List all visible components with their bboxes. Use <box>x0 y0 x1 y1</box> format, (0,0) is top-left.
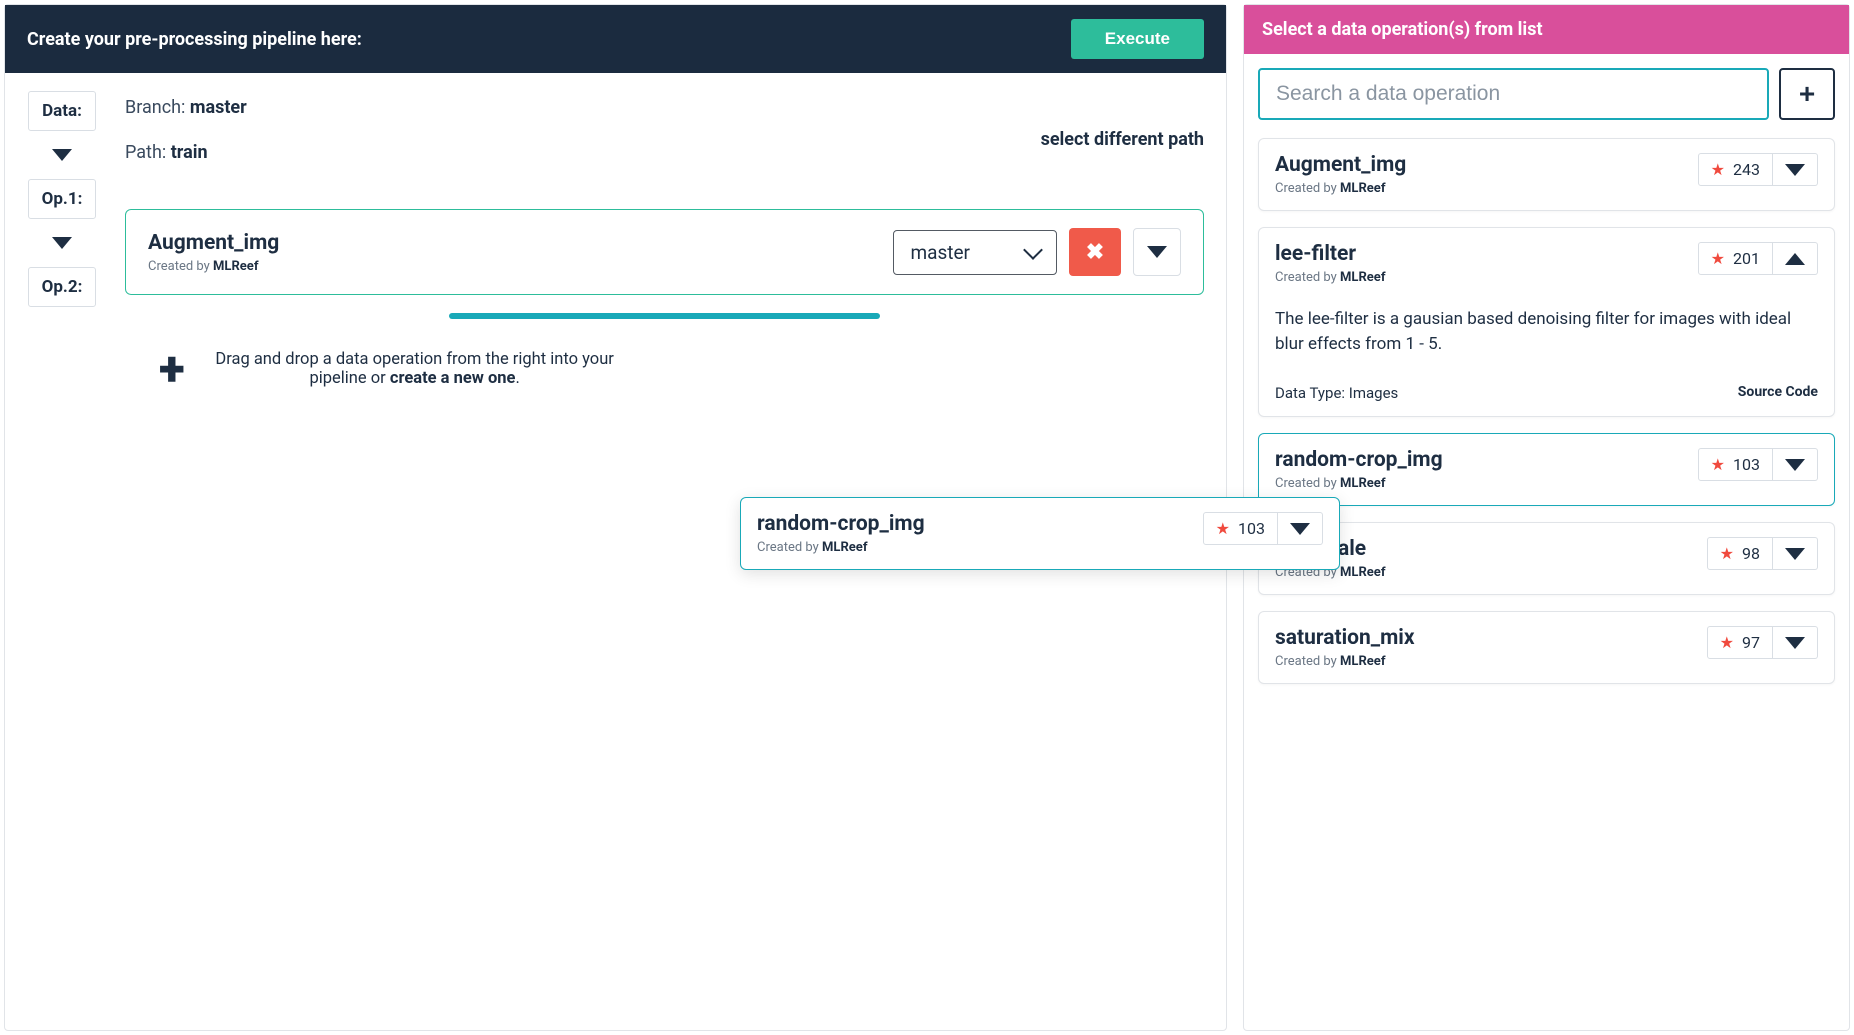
star-icon: ★ <box>1711 455 1725 474</box>
star-icon: ★ <box>1720 544 1734 563</box>
select-different-path-link[interactable]: select different path <box>1041 129 1204 150</box>
star-count[interactable]: ★201 <box>1698 242 1773 275</box>
step-op1[interactable]: Op.1: <box>28 179 96 219</box>
operation-created: Created by MLReef <box>1275 476 1443 491</box>
pipeline-title: Create your pre-processing pipeline here… <box>27 29 362 50</box>
triangle-down-icon <box>1785 164 1805 176</box>
execute-button[interactable]: Execute <box>1071 19 1204 59</box>
operation-card[interactable]: lee-filter Created by MLReef ★201 The lee-f… <box>1258 227 1835 417</box>
pipeline-op-card[interactable]: Augment_img Created by MLReef master ✖ <box>125 209 1204 295</box>
arrow-down-icon <box>52 149 72 161</box>
operation-created: Created by MLReef <box>1275 654 1415 669</box>
triangle-down-icon <box>1785 637 1805 649</box>
operation-card[interactable]: greyscaleCreated by MLReef★98 <box>1258 522 1835 595</box>
path-line: Path: train <box>125 142 247 163</box>
add-operation-button[interactable]: + <box>1779 68 1835 120</box>
operation-title: Augment_img <box>1275 153 1406 177</box>
operation-title: saturation_mix <box>1275 626 1415 650</box>
star-icon: ★ <box>1711 160 1725 179</box>
arrow-down-icon <box>52 237 72 249</box>
star-count[interactable]: ★103 <box>1698 448 1773 481</box>
source-code-link[interactable]: Source Code <box>1738 384 1818 402</box>
operation-footer: Data Type: Images Source Code <box>1275 384 1818 402</box>
expand-card-button[interactable] <box>1773 242 1818 275</box>
data-type-label: Data Type: Images <box>1275 384 1398 402</box>
star-count[interactable]: ★243 <box>1698 153 1773 186</box>
star-icon: ★ <box>1711 249 1725 268</box>
star-count[interactable]: ★ 103 <box>1203 512 1278 545</box>
pipeline-op-title: Augment_img <box>148 231 279 255</box>
chevron-down-icon <box>1023 240 1043 260</box>
triangle-down-icon <box>1785 459 1805 471</box>
operation-title: lee-filter <box>1275 242 1385 266</box>
triangle-down-icon <box>1290 523 1310 535</box>
plus-icon: + <box>159 345 185 393</box>
expand-op-button[interactable] <box>1133 228 1181 276</box>
pipeline-content: Branch: master Path: train select differ… <box>125 91 1204 393</box>
branch-dropdown[interactable]: master <box>893 230 1057 275</box>
triangle-up-icon <box>1785 253 1805 265</box>
remove-op-button[interactable]: ✖ <box>1069 228 1121 276</box>
expand-card-button[interactable] <box>1773 448 1818 481</box>
dragged-created: Created by MLReef <box>757 540 925 555</box>
dragged-title: random-crop_img <box>757 512 925 536</box>
step-data[interactable]: Data: <box>28 91 96 131</box>
drop-area[interactable]: + Drag and drop a data operation from th… <box>159 345 1204 393</box>
search-input[interactable] <box>1258 68 1769 120</box>
operations-list: Augment_img Created by MLReef ★243 lee-filt… <box>1258 138 1835 684</box>
pipeline-header: Create your pre-processing pipeline here… <box>5 5 1226 73</box>
operations-header: Select a data operation(s) from list <box>1244 5 1849 54</box>
dragged-operation-card[interactable]: random-crop_img Created by MLReef ★ 103 <box>740 497 1340 570</box>
operation-card[interactable]: saturation_mix Created by MLReef ★97 <box>1258 611 1835 684</box>
star-count[interactable]: ★97 <box>1707 626 1773 659</box>
operation-card[interactable]: random-crop_img Created by MLReef ★103 <box>1258 433 1835 506</box>
branch-line: Branch: master <box>125 97 247 118</box>
operation-description: The lee-filter is a gausian based denois… <box>1275 307 1818 356</box>
expand-card-button[interactable] <box>1773 153 1818 186</box>
expand-card-button[interactable] <box>1773 626 1818 659</box>
operation-card[interactable]: Augment_img Created by MLReef ★243 <box>1258 138 1835 211</box>
operation-created: Created by MLReef <box>1275 270 1385 285</box>
star-icon: ★ <box>1720 633 1734 652</box>
operation-title: random-crop_img <box>1275 448 1443 472</box>
expand-card-button[interactable] <box>1278 512 1323 545</box>
star-icon: ★ <box>1216 519 1230 538</box>
operation-created: Created by MLReef <box>1275 181 1406 196</box>
pipeline-op-created: Created by MLReef <box>148 259 279 274</box>
steps-column: Data: Op.1: Op.2: <box>27 91 97 393</box>
drop-text: Drag and drop a data operation from the … <box>215 350 615 388</box>
expand-card-button[interactable] <box>1773 537 1818 570</box>
divider-bar <box>449 313 881 319</box>
triangle-down-icon <box>1147 246 1167 258</box>
triangle-down-icon <box>1785 548 1805 560</box>
star-count[interactable]: ★98 <box>1707 537 1773 570</box>
step-op2[interactable]: Op.2: <box>28 267 96 307</box>
